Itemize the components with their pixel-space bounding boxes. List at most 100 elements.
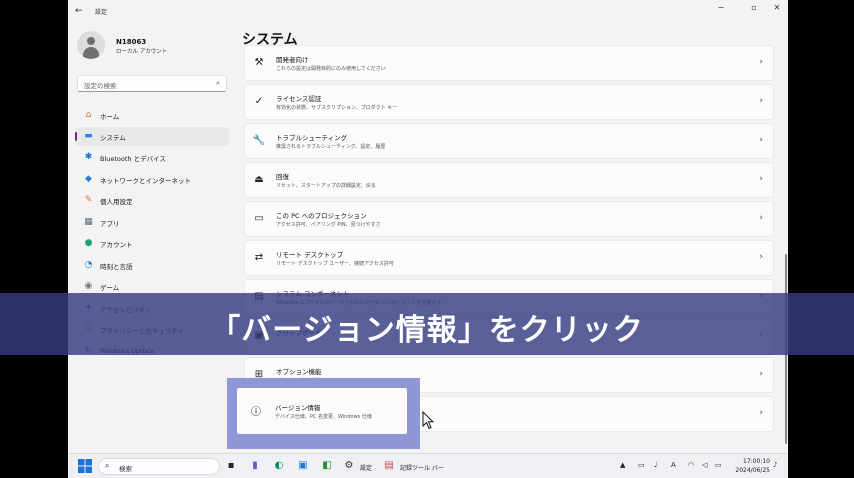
card-title: トラブルシューティング [276,134,348,142]
recovery-icon: ⏏ [254,174,264,185]
gamepad-icon: ◉ [84,281,93,291]
speaker-icon[interactable]: ◁ [702,461,707,469]
sidebar-item-label: ゲーム [100,284,120,292]
sidebar-item-brush[interactable]: ✎ 個人用設定 [75,191,229,210]
clock-globe-icon: ◔ [84,260,93,270]
recorder-icon[interactable]: ▤ [382,459,396,473]
card-subtitle: リセット、スタートアップの詳細設定、戻る [276,183,376,189]
sidebar-item-label: Bluetooth とデバイス [100,155,166,163]
windows-logo-icon [78,459,92,473]
sidebar-item-home[interactable]: ⌂ ホーム [75,106,229,125]
settings-card-wrench[interactable]: 🔧 トラブルシューティング推奨されるトラブルシューティング、設定、履歴 › [244,123,774,159]
edge-icon[interactable]: ◐ [272,459,286,473]
settings-window: ← 設定 − ▫ ✕ N18063 ローカル アカウント 設定の検索 ⌕ ⌂ ホー… [68,0,788,478]
chevron-right-icon: › [759,174,763,184]
projection-icon: ▭ [254,213,264,224]
back-arrow-icon[interactable]: ← [75,6,83,16]
clock-time[interactable]: 17:00:10 [732,458,770,465]
bluetooth-icon: ✱ [84,152,93,162]
sidebar-item-label: 時刻と言語 [100,263,133,271]
taskbar-recorder-label: 記録ツール バー [400,465,444,472]
task-view-icon[interactable]: ▪ [224,459,238,473]
system-icon: ▬ [84,131,93,141]
sidebar-item-label: システム [100,134,126,142]
search-input[interactable]: 設定の検索 ⌕ [77,75,227,92]
card-subtitle: アクセス許可、ペアリング PIN、見つけやすさ [276,222,381,228]
card-subtitle: リモート デスクトップ ユーザー、接続アクセス許可 [276,261,394,267]
settings-card-projection[interactable]: ▭ この PC へのプロジェクションアクセス許可、ペアリング PIN、見つけやすさ… [244,201,774,237]
chevron-right-icon: › [759,57,763,67]
sidebar-item-system[interactable]: ▬ システム [75,127,229,146]
chevron-up-icon[interactable]: ▲ [620,461,625,469]
card-title: ライセンス認証 [276,95,322,103]
search-icon: ⌕ [216,79,220,87]
close-button[interactable]: ✕ [767,3,787,12]
search-placeholder: 設定の検索 [84,82,117,90]
card-subtitle: 有効化の状態、サブスクリプション、プロダクト キー [276,105,398,111]
card-title: オプション機能 [276,368,322,376]
settings-gear-icon[interactable]: ⚙ [342,459,356,473]
remote-desktop-icon: ⇄ [254,252,264,263]
apps-icon: ▦ [84,217,93,227]
minimize-button[interactable]: − [711,3,731,12]
developer-icon: ⚒ [254,57,264,68]
notification-bell-icon[interactable]: ♪ [773,461,777,469]
tray-app-icon[interactable]: ▭ [638,461,645,469]
caption-banner: 「バージョン情報」をクリック [0,293,854,355]
card-title: リモート デスクトップ [276,251,344,259]
microphone-icon[interactable]: ♩ [654,461,657,469]
user-account-type: ローカル アカウント [116,49,168,55]
version-info-title: バージョン情報 [275,404,321,412]
account-icon: ● [84,238,93,248]
app-icon[interactable]: ◧ [320,459,334,473]
clock-date[interactable]: 2024/06/25 [732,467,770,474]
chevron-right-icon: › [759,96,763,106]
avatar[interactable] [77,31,105,59]
chevron-right-icon: › [759,213,763,223]
search-icon: ⌕ [105,461,110,470]
mouse-cursor-icon [422,411,434,430]
start-button[interactable] [78,459,92,473]
card-title: 開発者向け [276,56,309,64]
user-name: N18063 [116,38,147,46]
wrench-icon: 🔧 [252,135,266,146]
sidebar-item-apps[interactable]: ▦ アプリ [75,213,229,232]
chevron-right-icon: › [759,252,763,262]
wifi-icon: ◆ [85,174,92,184]
card-title: この PC へのプロジェクション [276,212,367,220]
sidebar-item-bluetooth[interactable]: ✱ Bluetooth とデバイス [75,148,229,167]
settings-card-developer[interactable]: ⚒ 開発者向けこれらの設定は開発目的にのみ使用してください › [244,45,774,81]
store-icon[interactable]: ▣ [296,459,310,473]
brush-icon: ✎ [84,195,93,205]
settings-card-recovery[interactable]: ⏏ 回復リセット、スタートアップの詳細設定、戻る › [244,162,774,198]
sidebar-item-account[interactable]: ● アカウント [75,234,229,253]
chevron-right-icon: › [759,408,763,418]
home-icon: ⌂ [85,110,92,120]
taskbar-search[interactable]: ⌕ 検索 [98,458,220,475]
version-info-card-highlighted[interactable]: ⓘ バージョン情報 デバイス仕様、PC 名変更、Windows 仕様 [237,388,407,434]
settings-card-activation-check[interactable]: ✓ ライセンス認証有効化の状態、サブスクリプション、プロダクト キー › [244,84,774,120]
version-info-subtitle: デバイス仕様、PC 名変更、Windows 仕様 [275,414,372,420]
taskbar-search-label: 検索 [119,465,132,473]
wifi-icon[interactable]: ◠ [688,461,694,469]
settings-card-remote-desktop[interactable]: ⇄ リモート デスクトップリモート デスクトップ ユーザー、接続アクセス許可 › [244,240,774,276]
battery-icon[interactable]: ▭ [715,461,722,469]
sidebar-item-label: アカウント [100,241,133,249]
chevron-right-icon: › [759,135,763,145]
sidebar-item-wifi[interactable]: ◆ ネットワークとインターネット [75,170,229,189]
teams-icon[interactable]: ▮ [248,459,262,473]
caption-text: 「バージョン情報」をクリック [210,313,644,348]
selection-indicator [75,132,77,141]
window-title: 設定 [95,9,108,16]
card-title: 回復 [276,173,289,181]
card-subtitle: 推奨されるトラブルシューティング、設定、履歴 [276,144,386,150]
pen-icon[interactable]: A [671,461,676,469]
maximize-button[interactable]: ▫ [744,3,764,12]
sidebar-item-label: 個人用設定 [100,198,133,206]
card-subtitle: これらの設定は開発目的にのみ使用してください [276,66,386,72]
taskbar: ⌕ 検索 ▪ ▮ ◐ ▣ ◧ ⚙ 設定 ▤ 記録ツール バー ▲ ▭ ♩ A ◠… [68,453,788,478]
activation-check-icon: ✓ [254,96,264,107]
taskbar-settings-label: 設定 [360,465,373,472]
sidebar-item-clock-globe[interactable]: ◔ 時刻と言語 [75,256,229,275]
sidebar-item-label: アプリ [100,220,120,228]
